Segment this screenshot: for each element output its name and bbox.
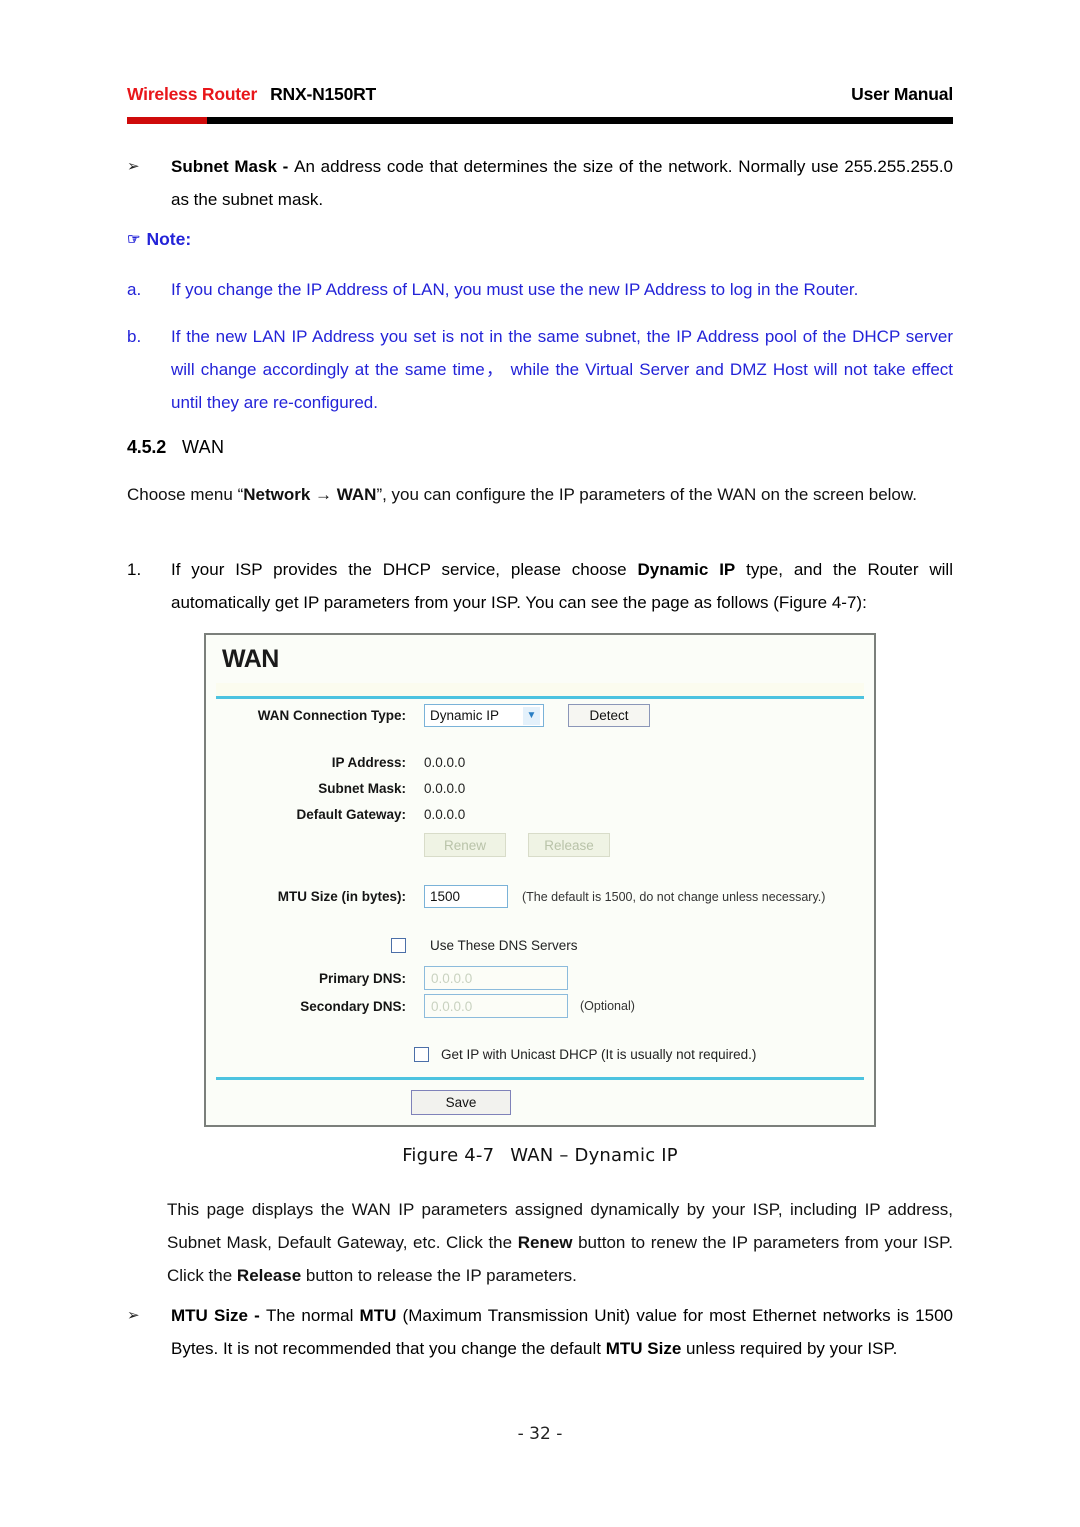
use-dns-checkbox-holder <box>248 938 406 953</box>
description-release: Release <box>236 1266 302 1285</box>
wan-panel-top-divider <box>216 696 864 699</box>
ip-address-value: 0.0.0.0 <box>424 755 466 770</box>
wan-config-screenshot: WAN WAN Connection Type: Dynamic IP ▼ De… <box>204 633 876 1127</box>
secondary-dns-label: Secondary DNS: <box>300 998 406 1014</box>
wan-connection-type-row: WAN Connection Type: Dynamic IP ▼ Detect <box>248 704 848 727</box>
section-title: WAN <box>182 437 225 457</box>
choose-menu-arrow-icon: → <box>310 485 337 504</box>
step-1-item: 1. If your ISP provides the DHCP service… <box>127 553 953 619</box>
choose-menu-pre: Choose menu “ <box>127 485 244 504</box>
mtu-size-label: MTU Size (in bytes): <box>277 889 406 904</box>
secondary-dns-input[interactable]: 0.0.0.0 <box>424 994 568 1018</box>
detect-button[interactable]: Detect <box>568 704 650 727</box>
primary-dns-label: Primary DNS: <box>318 970 406 986</box>
header-left-group: Wireless Router RNX-N150RT <box>127 84 376 105</box>
subnet-mask-text: Subnet Mask - An address code that deter… <box>171 150 953 216</box>
mtu-size-bullet: ➢ MTU Size - The normal MTU (Maximum Tra… <box>127 1299 953 1365</box>
choose-menu-paragraph: Choose menu “Network → WAN”, you can con… <box>127 478 953 511</box>
description-renew: Renew <box>517 1233 573 1252</box>
primary-dns-row: Primary DNS: 0.0.0.0 <box>248 966 808 990</box>
note-item-b-marker: b. <box>127 327 142 346</box>
choose-menu-wan: WAN <box>336 485 377 504</box>
bullet-arrow-icon: ➢ <box>127 1307 140 1324</box>
figure-caption-number: Figure 4-7 <box>402 1145 495 1166</box>
step-1-text: If your ISP provides the DHCP service, p… <box>171 553 953 619</box>
figure-caption: Figure 4-7 WAN – Dynamic IP <box>0 1145 1080 1166</box>
description-post: button to release the IP parameters. <box>301 1266 577 1285</box>
mtu-size-bullet-text: MTU Size - The normal MTU (Maximum Trans… <box>171 1299 953 1365</box>
header-model: RNX-N150RT <box>270 84 377 104</box>
default-gateway-label: Default Gateway: <box>296 807 406 822</box>
use-dns-label: Use These DNS Servers <box>430 938 578 953</box>
unicast-dhcp-checkbox[interactable] <box>414 1047 429 1062</box>
note-item-a-text: If you change the IP Address of LAN, you… <box>171 280 859 299</box>
header-document-type: User Manual <box>851 84 953 104</box>
bullet-arrow-icon: ➢ <box>127 158 140 175</box>
use-dns-checkbox[interactable] <box>391 938 406 953</box>
note-item-a-marker: a. <box>127 280 142 299</box>
figure-caption-title: WAN – Dynamic IP <box>510 1145 678 1166</box>
step-1-marker: 1. <box>127 560 142 579</box>
header-rule-black-segment <box>207 117 953 124</box>
secondary-dns-optional-hint: (Optional) <box>580 999 635 1013</box>
step-1-dynamic-ip: Dynamic IP <box>637 560 736 579</box>
subnet-mask-value: 0.0.0.0 <box>424 781 466 796</box>
choose-menu-network: Network <box>243 485 311 504</box>
note-label: Note: <box>146 229 192 249</box>
default-gateway-row: Default Gateway: 0.0.0.0 <box>248 807 808 822</box>
wan-connection-type-select[interactable]: Dynamic IP ▼ <box>424 704 544 727</box>
primary-dns-input[interactable]: 0.0.0.0 <box>424 966 568 990</box>
header-rule-red-segment <box>127 117 207 124</box>
mtu-bullet-bold-mtu: MTU <box>359 1306 397 1325</box>
save-row: Save <box>411 1090 511 1115</box>
secondary-dns-row: Secondary DNS: 0.0.0.0 (Optional) <box>248 994 868 1018</box>
description-paragraph: This page displays the WAN IP parameters… <box>167 1193 953 1292</box>
unicast-dhcp-label: Get IP with Unicast DHCP (It is usually … <box>441 1047 757 1062</box>
manual-page: Wireless Router RNX-N150RT User Manual ➢… <box>0 0 1080 1527</box>
mtu-size-input[interactable]: 1500 <box>424 885 508 908</box>
renew-button[interactable]: Renew <box>424 833 506 857</box>
note-item-b-text: If the new LAN IP Address you set is not… <box>171 327 953 412</box>
header-brand: Wireless Router <box>127 84 258 104</box>
wan-panel-bottom-divider <box>216 1077 864 1080</box>
subnet-mask-term: Subnet Mask - <box>171 157 295 176</box>
subnet-mask-bullet: ➢ Subnet Mask - An address code that det… <box>127 150 953 216</box>
mtu-size-term: MTU Size - <box>171 1306 266 1325</box>
mtu-size-row: MTU Size (in bytes): 1500 (The default i… <box>248 885 868 908</box>
save-button[interactable]: Save <box>411 1090 511 1115</box>
mtu-bullet-post: unless required by your ISP. <box>681 1339 898 1358</box>
section-heading: 4.5.2 WAN <box>127 437 224 458</box>
wan-panel-title-band <box>216 683 864 696</box>
ip-address-label: IP Address: <box>331 755 406 770</box>
wan-connection-type-value: Dynamic IP <box>430 708 500 723</box>
page-footer: - 32 - <box>517 1424 563 1444</box>
header-rule <box>127 117 953 124</box>
release-button[interactable]: Release <box>528 833 610 857</box>
subnet-mask-row: Subnet Mask: 0.0.0.0 <box>248 781 808 796</box>
note-item-a: a. If you change the IP Address of LAN, … <box>127 273 953 306</box>
wan-panel-title: WAN <box>222 645 279 673</box>
page-header: Wireless Router RNX-N150RT User Manual <box>127 84 953 114</box>
choose-menu-post: ”, you can configure the IP parameters o… <box>376 485 917 504</box>
chevron-down-icon[interactable]: ▼ <box>523 707 540 725</box>
ip-address-row: IP Address: 0.0.0.0 <box>248 755 808 770</box>
wan-connection-type-label: WAN Connection Type: <box>257 708 406 723</box>
step-1-pre: If your ISP provides the DHCP service, p… <box>171 560 638 579</box>
subnet-mask-label: Subnet Mask: <box>318 781 406 796</box>
default-gateway-value: 0.0.0.0 <box>424 807 466 822</box>
note-item-b: b. If the new LAN IP Address you set is … <box>127 320 953 419</box>
note-heading: ☞ Note: <box>127 226 191 254</box>
mtu-bullet-bold-mtu-size: MTU Size <box>605 1339 682 1358</box>
mtu-bullet-pre: The normal <box>265 1306 360 1325</box>
section-number: 4.5.2 <box>127 437 167 457</box>
renew-release-row: Renew Release <box>248 833 808 857</box>
pointing-hand-icon: ☞ <box>127 231 141 248</box>
mtu-size-hint: (The default is 1500, do not change unle… <box>522 889 826 904</box>
unicast-dhcp-row: Get IP with Unicast DHCP (It is usually … <box>414 1047 854 1062</box>
use-dns-row: Use These DNS Servers <box>248 938 808 953</box>
